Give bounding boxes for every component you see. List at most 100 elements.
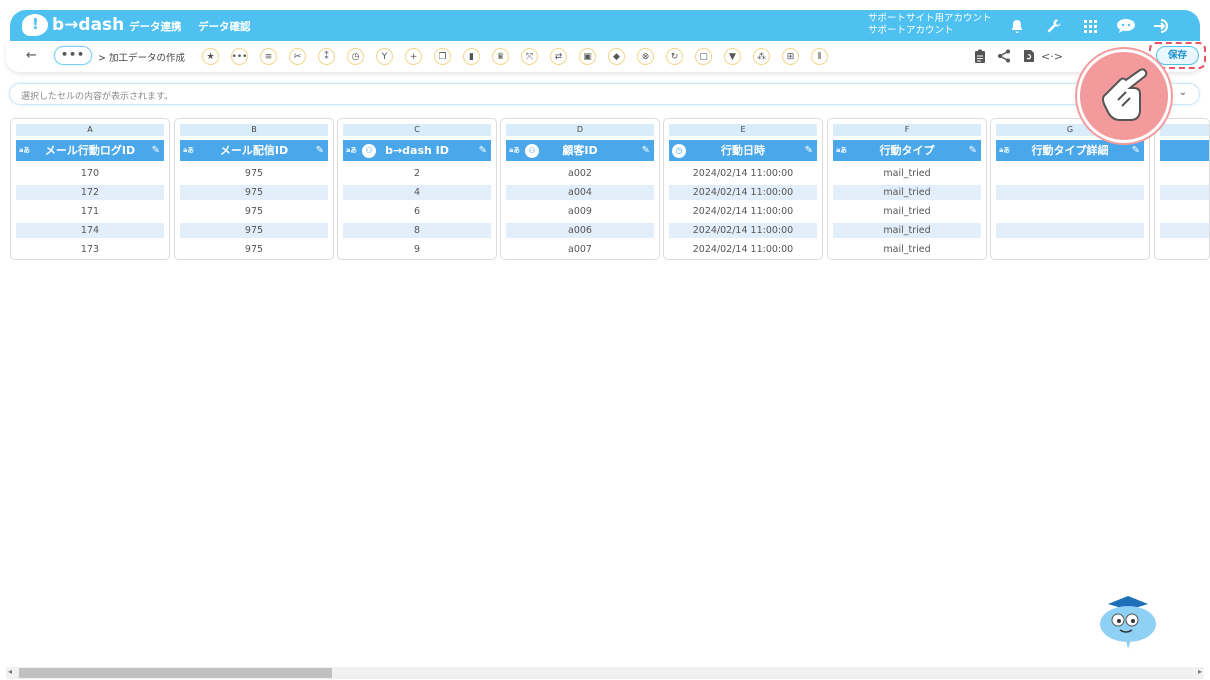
swap-icon[interactable]: ⇄	[550, 48, 567, 65]
table-cell[interactable]: mail_tried	[833, 166, 981, 181]
account-info[interactable]: サポートサイト用アカウント サポートアカウント	[868, 13, 992, 37]
box-icon[interactable]: ◆	[608, 48, 625, 65]
table-cell[interactable]: a002	[506, 166, 654, 181]
table-cell[interactable]: 2	[343, 166, 491, 181]
edit-pencil-icon[interactable]: ✎	[1132, 140, 1140, 161]
table-cell[interactable]: 2024/02/14 11:00:00	[669, 204, 817, 219]
table-cell[interactable]: 172	[16, 185, 164, 200]
table-cell[interactable]	[996, 185, 1144, 200]
replace-icon[interactable]: ↻	[666, 48, 683, 65]
table-cell[interactable]: 9	[343, 242, 491, 257]
crown-icon[interactable]: ♛	[492, 48, 509, 65]
chevron-down-icon[interactable]: ⌄	[1179, 87, 1187, 98]
cancel-icon[interactable]: ⊗	[637, 48, 654, 65]
star-icon[interactable]: ★	[202, 48, 219, 65]
table-cell[interactable]: mail_tried	[833, 204, 981, 219]
logout-icon[interactable]	[1151, 15, 1173, 37]
split-icon[interactable]: ⫴	[811, 48, 828, 65]
column-letter[interactable]	[1160, 124, 1209, 136]
table-cell[interactable]: 170	[16, 166, 164, 181]
clipboard-icon[interactable]	[971, 47, 989, 65]
horizontal-scrollbar[interactable]: ◂ ▸	[6, 667, 1204, 679]
table-cell[interactable]: 975	[180, 204, 328, 219]
column-header[interactable]: aあ メール配信ID ✎	[180, 140, 328, 161]
back-arrow-icon[interactable]: ←	[26, 48, 37, 63]
trash-icon[interactable]: ▮	[463, 48, 480, 65]
table-cell[interactable]: 173	[16, 242, 164, 257]
table-cell[interactable]: a007	[506, 242, 654, 257]
refresh-icon[interactable]	[1019, 47, 1037, 65]
scroll-right-arrow-icon[interactable]: ▸	[1198, 667, 1202, 676]
table-cell[interactable]: mail_tried	[833, 242, 981, 257]
column-header[interactable]: aあ 行動タイプ ✎	[833, 140, 981, 161]
cut-icon[interactable]: ✂	[289, 48, 306, 65]
mascot-icon[interactable]	[1098, 594, 1158, 650]
share-icon[interactable]	[995, 47, 1013, 65]
column-letter[interactable]: D	[506, 124, 654, 136]
table-cell[interactable]: 6	[343, 204, 491, 219]
code-icon[interactable]: <·>	[1041, 47, 1063, 65]
column-header[interactable]: aあ 行動タイプ詳細 ✎	[996, 140, 1144, 161]
column-header[interactable]	[1160, 140, 1209, 161]
column-b[interactable]: Baあ メール配信ID ✎ 975 975 975 975 975	[174, 118, 334, 260]
table-cell[interactable]: a006	[506, 223, 654, 238]
table-cell[interactable]	[996, 166, 1144, 181]
table-cell[interactable]: 2024/02/14 11:00:00	[669, 166, 817, 181]
column-letter[interactable]: A	[16, 124, 164, 136]
table-cell[interactable]: a009	[506, 204, 654, 219]
edit-pencil-icon[interactable]: ✎	[479, 140, 487, 161]
table-cell[interactable]: 975	[180, 242, 328, 257]
column-h-partial[interactable]	[1154, 118, 1210, 260]
shuffle-icon[interactable]: ⁑	[318, 48, 335, 65]
branch-icon[interactable]: Y	[376, 48, 393, 65]
edit-pencil-icon[interactable]: ✎	[152, 140, 160, 161]
filter-icon[interactable]: ▼	[724, 48, 741, 65]
column-header[interactable]: aあ メール行動ログID ✎	[16, 140, 164, 161]
table-icon[interactable]: ⊞	[782, 48, 799, 65]
table-cell[interactable]: 171	[16, 204, 164, 219]
more-menu-button[interactable]: •••	[54, 46, 92, 65]
edit-pencil-icon[interactable]: ✎	[969, 140, 977, 161]
column-f[interactable]: Faあ 行動タイプ ✎ mail_tried mail_tried mail_tried m…	[827, 118, 987, 260]
table-cell[interactable]: 975	[180, 166, 328, 181]
edit-pencil-icon[interactable]: ✎	[805, 140, 813, 161]
table-cell[interactable]: 4	[343, 185, 491, 200]
column-letter[interactable]: B	[180, 124, 328, 136]
lock-icon[interactable]: ▣	[579, 48, 596, 65]
cell-content-bar[interactable]: 選択したセルの内容が表示されます。 ⌄	[9, 83, 1200, 105]
column-letter[interactable]: F	[833, 124, 981, 136]
column-d[interactable]: Daあ ⚇ 顧客ID ✎ a002 a004 a009 a006 a007	[500, 118, 660, 260]
column-header[interactable]: aあ ⚇ 顧客ID ✎	[506, 140, 654, 161]
column-letter[interactable]: E	[669, 124, 817, 136]
wrench-icon[interactable]	[1043, 15, 1065, 37]
list-icon[interactable]: ≡	[260, 48, 277, 65]
table-cell[interactable]: 2024/02/14 11:00:00	[669, 242, 817, 257]
table-cell[interactable]: 2024/02/14 11:00:00	[669, 185, 817, 200]
table-cell[interactable]	[996, 204, 1144, 219]
table-cell[interactable]: 8	[343, 223, 491, 238]
column-e[interactable]: E ◷ 行動日時 ✎ 2024/02/14 11:00:00 2024/02/14 11:…	[663, 118, 823, 260]
expand-icon[interactable]: ⤧	[521, 48, 538, 65]
edit-pencil-icon[interactable]: ✎	[316, 140, 324, 161]
nav-data-integration[interactable]: データ連携	[129, 19, 182, 34]
table-cell[interactable]: 2024/02/14 11:00:00	[669, 223, 817, 238]
more-icon[interactable]: •••	[231, 48, 248, 65]
grid-icon[interactable]	[1079, 15, 1101, 37]
chat-icon[interactable]	[1115, 15, 1137, 37]
scroll-thumb[interactable]	[19, 668, 332, 678]
table-cell[interactable]	[996, 242, 1144, 257]
save-button[interactable]: 保存	[1156, 46, 1199, 65]
edit-pencil-icon[interactable]: ✎	[642, 140, 650, 161]
table-cell[interactable]: 975	[180, 223, 328, 238]
column-header[interactable]: aあ ⚇ b→dash ID ✎	[343, 140, 491, 161]
copy-icon[interactable]: ❐	[434, 48, 451, 65]
table-cell[interactable]	[1160, 185, 1209, 200]
table-cell[interactable]	[996, 223, 1144, 238]
table-cell[interactable]: 975	[180, 185, 328, 200]
table-cell[interactable]: mail_tried	[833, 185, 981, 200]
frame-icon[interactable]: ▢	[695, 48, 712, 65]
column-a[interactable]: Aaあ メール行動ログID ✎ 170 172 171 174 173	[10, 118, 170, 260]
table-cell[interactable]: mail_tried	[833, 223, 981, 238]
bell-icon[interactable]	[1006, 15, 1028, 37]
plus-icon[interactable]: +	[405, 48, 422, 65]
